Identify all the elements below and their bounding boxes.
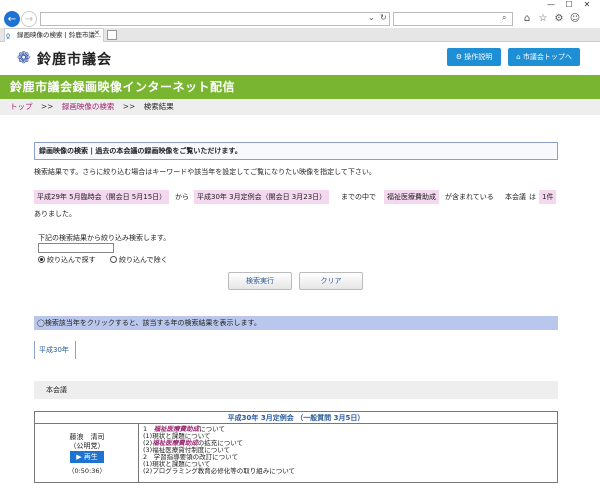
site-name[interactable]: 鈴鹿市議会 [37,49,112,69]
radio-refine-include[interactable]: 絞り込んで探す [38,255,96,265]
topic-item: (2)プログラミング教育必修化等の取り組みについて [143,467,296,475]
criteria-is-label: は [529,193,536,201]
close-window-icon[interactable]: ✕ [580,0,594,10]
gear-icon: ⚙ [455,53,465,61]
speaker-cell: 藤浪 清司 （公明党） ▶ 再生 （0:50:36） [35,424,139,482]
breadcrumb-separator: >> [122,102,136,111]
criteria-suffix: ありました。 [34,210,76,218]
council-top-button[interactable]: ⌂ 市議会トップへ [508,48,580,66]
minimize-icon[interactable]: — [544,0,558,10]
play-button[interactable]: ▶ 再生 [70,451,104,463]
city-emblem-icon: ❁ [17,48,31,67]
site-favicon-icon: ჲ [6,31,11,40]
topic-list: 1 福祉医療費助成について (1)現状と課題について (2)福祉医療費助成の拡充… [143,426,295,475]
breadcrumb-video-search[interactable]: 録画映像の検索 [62,102,115,111]
guide-button[interactable]: ⚙ 操作説明 [447,48,501,66]
building-icon: ⌂ [516,53,523,61]
browser-tab[interactable]: 録画映像の検索 | 鈴鹿市議... [4,28,104,42]
criteria-contains-label: が含まれている [445,193,494,201]
info-bar: ◯検索該当年をクリックすると、該当する年の検索結果を表示します。 [34,316,558,330]
refine-keyword-input[interactable] [38,243,114,253]
clear-button[interactable]: クリア [299,272,363,290]
criteria-from-label: から [175,193,189,201]
radio-refine-exclude[interactable]: 絞り込んで除く [110,255,168,265]
feedback-smiley-icon[interactable]: ☺ [569,13,581,24]
main-content: 録画映像の検索 | 過去の本会議の録画映像をご覧いただけます。 検索結果です。さ… [34,115,560,496]
browser-search-input[interactable] [393,12,513,26]
criteria-to-session: 平成30年 3月定例会（開会日 3月23日） [194,190,330,204]
criteria-from-session: 平成29年 5月臨時会（開会日 5月15日） [34,190,170,204]
settings-gear-icon[interactable]: ⚙ [553,13,565,24]
refine-label: 下記の検索結果から絞り込み検索します。 [38,234,171,242]
url-input[interactable] [40,12,390,26]
home-icon[interactable]: ⌂ [521,13,533,24]
breadcrumb: トップ >> 録画映像の検索 >> 検索結果 [0,99,600,115]
radio-unselected-icon [110,256,117,263]
criteria-count: 1件 [539,190,557,204]
search-button[interactable]: 検索実行 [228,272,292,290]
breadcrumb-top[interactable]: トップ [10,102,33,111]
section-heading: 録画映像の検索 | 過去の本会議の録画映像をご覧いただけます。 [34,142,558,160]
favorites-star-icon[interactable]: ☆ [537,13,549,24]
search-icon[interactable]: ⌕ [502,13,506,23]
radio-selected-icon [38,256,45,263]
breadcrumb-separator: >> [40,102,54,111]
result-description: 検索結果です。さらに絞り込む場合はキーワードや該当年を設定してご覧になりたい映像… [34,168,376,176]
refresh-icon[interactable]: ↻ [380,13,387,22]
session-title: 本会議 [34,381,558,399]
criteria-range-label: までの中で [341,193,376,201]
dropdown-icon[interactable]: ⌄ [368,13,375,22]
page-banner: 鈴鹿市議会録画映像インターネット配信 [0,75,600,99]
result-table: 平成30年 3月定例会 （一般質問 3月5日） 藤浪 清司 （公明党） ▶ 再生… [34,411,558,483]
speaker-party: （公明党） [69,442,105,450]
result-heading[interactable]: 平成30年 3月定例会 （一般質問 3月5日） [35,412,557,424]
year-tab-h30[interactable]: 平成30年 [34,341,76,359]
new-tab-icon[interactable] [107,30,117,40]
video-duration: （0:50:36） [67,467,107,475]
tab-close-icon[interactable]: ✕ [94,29,100,37]
criteria-keyword: 福祉医療費助成 [384,190,439,204]
maximize-icon[interactable]: ☐ [562,0,576,10]
forward-arrow-icon[interactable]: → [21,11,37,27]
back-arrow-icon[interactable]: ← [4,11,20,27]
window-titlebar [0,0,600,10]
breadcrumb-current: 検索結果 [143,102,174,111]
criteria-meeting-label: 本会議 [505,193,526,201]
